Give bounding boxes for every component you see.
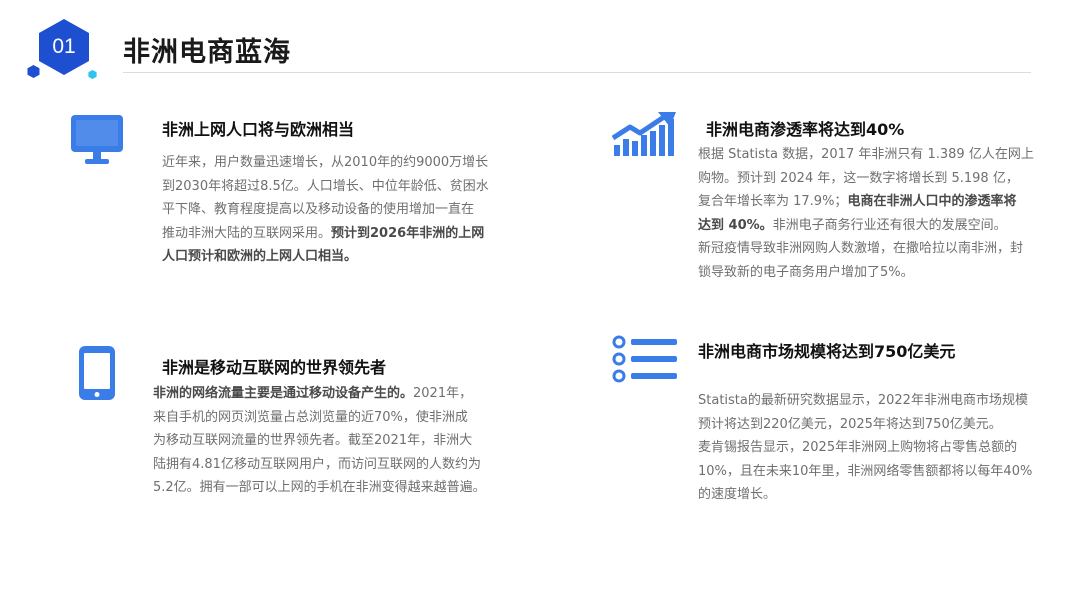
body-text: 近年来，用户数量迅速增长，从2010年的约9000万增长 (162, 155, 489, 170)
body-line: 来自手机的网页浏览量占总浏览量的近70%，使非洲成 (153, 406, 486, 430)
body-text: 陆拥有4.81亿移动互联网用户，而访问互联网的人数约为 (153, 456, 481, 472)
body-text: 到2030年将超过8.5亿。人口增长、中位年龄低、贫困水 (162, 178, 489, 194)
section-body: 根据 Statista 数据，2017 年非洲只有 1.389 亿人在网上 购物。… (698, 143, 1034, 284)
body-line: 人口预计和欧洲的上网人口相当。 (162, 245, 489, 269)
body-line: 麦肯锡报告显示，2025年非洲网上购物将占零售总额的 (698, 436, 1032, 460)
section-heading: 非洲上网人口将与欧洲相当 (162, 120, 355, 139)
body-text: Statista的最新研究数据显示，2022年非洲电商市场规模 (698, 393, 1028, 408)
body-line: 预计将达到220亿美元，2025年将达到750亿美元。 (698, 413, 1032, 437)
emphasis-text: 预计到2026年非洲的上网 (331, 225, 485, 241)
hexagon-decoration-icon (27, 65, 40, 78)
section-number-badge: 01 (37, 18, 91, 76)
section-heading: 非洲是移动互联网的世界领先者 (162, 358, 387, 377)
page-title: 非洲电商蓝海 (123, 37, 291, 68)
body-text: 麦肯锡报告显示，2025年非洲网上购物将占零售总额的 (698, 440, 1018, 455)
body-text: 平下降、教育程度提高以及移动设备的使用增加一直在 (162, 202, 475, 217)
body-line: 的速度增长。 (698, 483, 1032, 507)
body-line: 10%，且在未来10年里，非洲网络零售额都将以每年40% (698, 460, 1032, 484)
body-text: 2021年， (413, 386, 473, 401)
body-line: 锁导致新的电子商务用户增加了5%。 (698, 261, 1034, 285)
trend-chart-icon (612, 112, 676, 156)
body-text: 推动非洲大陆的互联网采用。 (162, 225, 332, 241)
section-number: 01 (52, 35, 76, 58)
monitor-icon (71, 115, 123, 164)
body-text: 根据 Statista 数据，2017 年非洲只有 1.389 亿人在网上 (698, 147, 1034, 162)
body-text: 购物。预计到 2024 年，这一数字将增长到 5.198 亿， (698, 170, 1019, 186)
body-text: 5.2亿。拥有一部可以上网的手机在非洲变得越来越普遍。 (153, 480, 486, 495)
section-heading: 非洲电商市场规模将达到750亿美元 (698, 342, 956, 361)
section-heading: 非洲电商渗透率将达到40% (706, 120, 905, 139)
emphasis-text: 达到 40%。 (698, 217, 773, 233)
emphasis-text: 非洲的网络流量主要是通过移动设备产生的。 (153, 386, 414, 401)
body-line: 到2030年将超过8.5亿。人口增长、中位年龄低、贫困水 (162, 175, 489, 199)
section-body: Statista的最新研究数据显示，2022年非洲电商市场规模 预计将达到220亿… (698, 389, 1032, 507)
body-line: 购物。预计到 2024 年，这一数字将增长到 5.198 亿， (698, 167, 1034, 191)
body-line: 陆拥有4.81亿移动互联网用户，而访问互联网的人数约为 (153, 453, 486, 477)
hexagon-decoration-icon (88, 70, 97, 79)
body-line: 复合年增长率为 17.9%；电商在非洲人口中的渗透率将 (698, 190, 1034, 214)
body-text: 10%，且在未来10年里，非洲网络零售额都将以每年40% (698, 463, 1033, 479)
body-line: 新冠疫情导致非洲网购人数激增，在撒哈拉以南非洲，封 (698, 237, 1034, 261)
body-text: 锁导致新的电子商务用户增加了5%。 (698, 264, 914, 280)
body-text: 来自手机的网页浏览量占总浏览量的近70%，使非洲成 (153, 409, 468, 425)
body-text: 为移动互联网流量的世界领先者。截至2021年，非洲大 (153, 433, 473, 448)
body-line: 5.2亿。拥有一部可以上网的手机在非洲变得越来越普遍。 (153, 476, 486, 500)
section-body: 近年来，用户数量迅速增长，从2010年的约9000万增长 到2030年将超过8.5… (162, 151, 489, 269)
body-line: 平下降、教育程度提高以及移动设备的使用增加一直在 (162, 198, 489, 222)
emphasis-text: 电商在非洲人口中的渗透率将 (847, 194, 1017, 209)
body-line: 根据 Statista 数据，2017 年非洲只有 1.389 亿人在网上 (698, 143, 1034, 167)
body-text: 复合年增长率为 17.9%； (698, 194, 848, 209)
title-divider (123, 72, 1031, 73)
body-line: 近年来，用户数量迅速增长，从2010年的约9000万增长 (162, 151, 489, 175)
section-body: 非洲的网络流量主要是通过移动设备产生的。2021年， 来自手机的网页浏览量占总浏览… (153, 382, 486, 500)
body-text: 新冠疫情导致非洲网购人数激增，在撒哈拉以南非洲，封 (698, 241, 1024, 256)
body-text: 预计将达到220亿美元，2025年将达到750亿美元。 (698, 416, 1002, 432)
body-line: Statista的最新研究数据显示，2022年非洲电商市场规模 (698, 389, 1032, 413)
body-line: 非洲的网络流量主要是通过移动设备产生的。2021年， (153, 382, 486, 406)
emphasis-text: 人口预计和欧洲的上网人口相当。 (162, 249, 358, 264)
body-text: 的速度增长。 (698, 487, 777, 502)
body-line: 为移动互联网流量的世界领先者。截至2021年，非洲大 (153, 429, 486, 453)
body-line: 达到 40%。非洲电子商务行业还有很大的发展空间。 (698, 214, 1034, 238)
list-icon (612, 335, 677, 383)
smartphone-icon (79, 346, 115, 400)
body-text: 非洲电子商务行业还有很大的发展空间。 (772, 217, 1007, 233)
body-line: 推动非洲大陆的互联网采用。预计到2026年非洲的上网 (162, 222, 489, 246)
